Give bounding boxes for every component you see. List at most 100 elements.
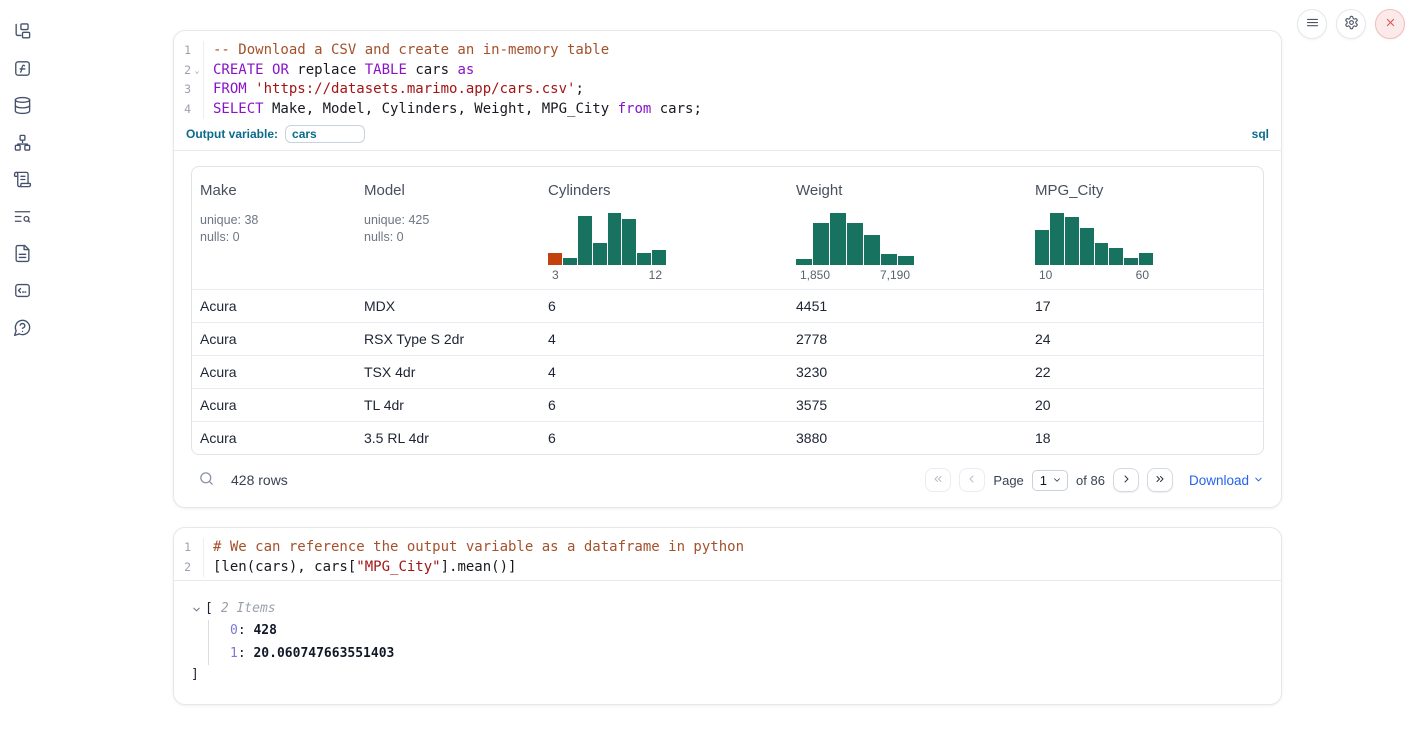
histogram-bar	[1035, 230, 1049, 265]
shutdown-icon	[1383, 15, 1398, 33]
next-page-button[interactable]	[1113, 468, 1139, 492]
table-cell: 4	[540, 331, 788, 347]
histogram-bar	[847, 223, 863, 265]
histogram-bar	[622, 219, 636, 265]
histogram-min-label: 1,850	[800, 268, 830, 282]
chevron-down-icon	[1052, 473, 1062, 488]
sidebar-item-datasources[interactable]	[10, 95, 34, 118]
column-header-label[interactable]: Weight	[796, 182, 1027, 199]
snippets-icon	[13, 281, 32, 303]
last-page-button[interactable]	[1147, 468, 1173, 492]
page-select-value: 1	[1040, 473, 1047, 488]
sidebar-item-documentation[interactable]	[10, 243, 34, 266]
item-value: 428	[253, 623, 276, 638]
sql-language-badge: sql	[1252, 127, 1269, 141]
sidebar	[0, 0, 44, 729]
dependency-graph-icon	[13, 133, 32, 155]
sidebar-item-functions[interactable]	[10, 58, 34, 81]
table-cell: 4451	[788, 298, 1027, 314]
prev-page-button[interactable]	[959, 468, 985, 492]
table-cell: 3880	[788, 430, 1027, 446]
histogram-min-label: 10	[1039, 268, 1052, 282]
chevron-down-icon	[1253, 473, 1264, 488]
histogram-bar	[864, 235, 880, 265]
menu-button[interactable]	[1297, 9, 1327, 39]
table-cell: TL 4dr	[356, 397, 540, 413]
row-count: 428 rows	[231, 472, 288, 488]
page-label: Page	[993, 473, 1023, 488]
table-cell: 6	[540, 298, 788, 314]
histogram-bar	[578, 216, 592, 265]
first-page-button[interactable]	[925, 468, 951, 492]
histogram-bar	[652, 250, 666, 265]
table-body: AcuraMDX6445117AcuraRSX Type S 2dr427782…	[192, 289, 1263, 454]
histogram-bar	[1109, 248, 1123, 265]
python-cell-output: [ 2 Items 0: 4281: 20.060747663551403 ]	[174, 580, 1281, 704]
chevrons-right-icon	[1154, 473, 1166, 488]
shutdown-button[interactable]	[1375, 9, 1405, 39]
database-icon	[13, 96, 32, 118]
json-tree-item: 0: 428	[230, 620, 1264, 643]
table-row: AcuraTL 4dr6357520	[192, 388, 1263, 421]
table-cell: 6	[540, 397, 788, 413]
column-histogram: 312	[548, 213, 788, 289]
histogram-bar	[1139, 253, 1153, 265]
column-header: Model unique: 425nulls: 0	[356, 167, 540, 289]
histogram-max-label: 60	[1136, 268, 1149, 282]
table-row: AcuraRSX Type S 2dr4277824	[192, 322, 1263, 355]
search-button[interactable]	[198, 470, 215, 490]
json-tree-item: 1: 20.060747663551403	[230, 643, 1264, 666]
code-text: SELECT Make, Model, Cylinders, Weight, M…	[204, 100, 702, 120]
output-variable-input[interactable]	[285, 125, 365, 143]
sidebar-item-scratchpad[interactable]	[10, 169, 34, 192]
table-cell: Acura	[192, 298, 356, 314]
line-number: 2	[174, 558, 204, 578]
python-code-editor[interactable]: 1# We can reference the output variable …	[174, 528, 1281, 580]
table-cell: RSX Type S 2dr	[356, 331, 540, 347]
table-cell: 22	[1027, 364, 1263, 380]
column-header-label[interactable]: Cylinders	[548, 182, 788, 199]
sidebar-item-help[interactable]	[10, 317, 34, 340]
code-line: 4SELECT Make, Model, Cylinders, Weight, …	[174, 100, 1281, 120]
table-row: Acura3.5 RL 4dr6388018	[192, 421, 1263, 454]
fold-chevron-icon[interactable]: ⌄	[191, 61, 203, 81]
sidebar-item-snippets[interactable]	[10, 280, 34, 303]
column-header-label[interactable]: Model	[364, 182, 540, 199]
code-line: 1-- Download a CSV and create an in-memo…	[174, 41, 1281, 61]
sql-code-editor[interactable]: 1-- Download a CSV and create an in-memo…	[174, 31, 1281, 122]
code-text: CREATE OR replace TABLE cars as	[204, 61, 474, 81]
pagination: Page 1 of 86	[925, 468, 1173, 492]
chevron-left-icon	[966, 473, 978, 488]
table-cell: Acura	[192, 397, 356, 413]
page-total: of 86	[1076, 473, 1105, 488]
line-number: 3	[174, 80, 204, 100]
chevron-right-icon	[1120, 473, 1132, 488]
table-cell: 17	[1027, 298, 1263, 314]
settings-button[interactable]	[1336, 9, 1366, 39]
page-select[interactable]: 1	[1032, 470, 1068, 491]
table-cell: 20	[1027, 397, 1263, 413]
column-header-label[interactable]: MPG_City	[1035, 182, 1263, 199]
sidebar-item-dependency-graph[interactable]	[10, 132, 34, 155]
item-key: 0	[230, 623, 238, 638]
column-histogram: 10 60	[1035, 213, 1263, 289]
table-cell: 6	[540, 430, 788, 446]
column-header: Cylinders 312	[540, 167, 788, 289]
download-button[interactable]: Download	[1189, 473, 1264, 488]
column-stats: unique: 38nulls: 0	[200, 212, 356, 245]
code-line: 2⌄CREATE OR replace TABLE cars as	[174, 61, 1281, 81]
histogram-bar	[898, 256, 914, 265]
column-stats: unique: 425nulls: 0	[364, 212, 540, 245]
sidebar-item-logs[interactable]	[10, 206, 34, 229]
column-header-label[interactable]: Make	[200, 182, 356, 199]
histogram-bar	[813, 223, 829, 265]
table-row: AcuraTSX 4dr4323022	[192, 355, 1263, 388]
code-line: 2[len(cars), cars["MPG_City"].mean()]	[174, 558, 1281, 578]
sidebar-item-file-tree[interactable]	[10, 21, 34, 44]
output-variable-row: Output variable: sql	[174, 122, 1281, 151]
table-cell: MDX	[356, 298, 540, 314]
collapse-chevron-icon[interactable]	[191, 604, 202, 615]
output-variable-label: Output variable:	[186, 127, 278, 141]
histogram-bar	[1095, 243, 1109, 265]
column-histogram: 1,8507,190	[796, 213, 1027, 289]
